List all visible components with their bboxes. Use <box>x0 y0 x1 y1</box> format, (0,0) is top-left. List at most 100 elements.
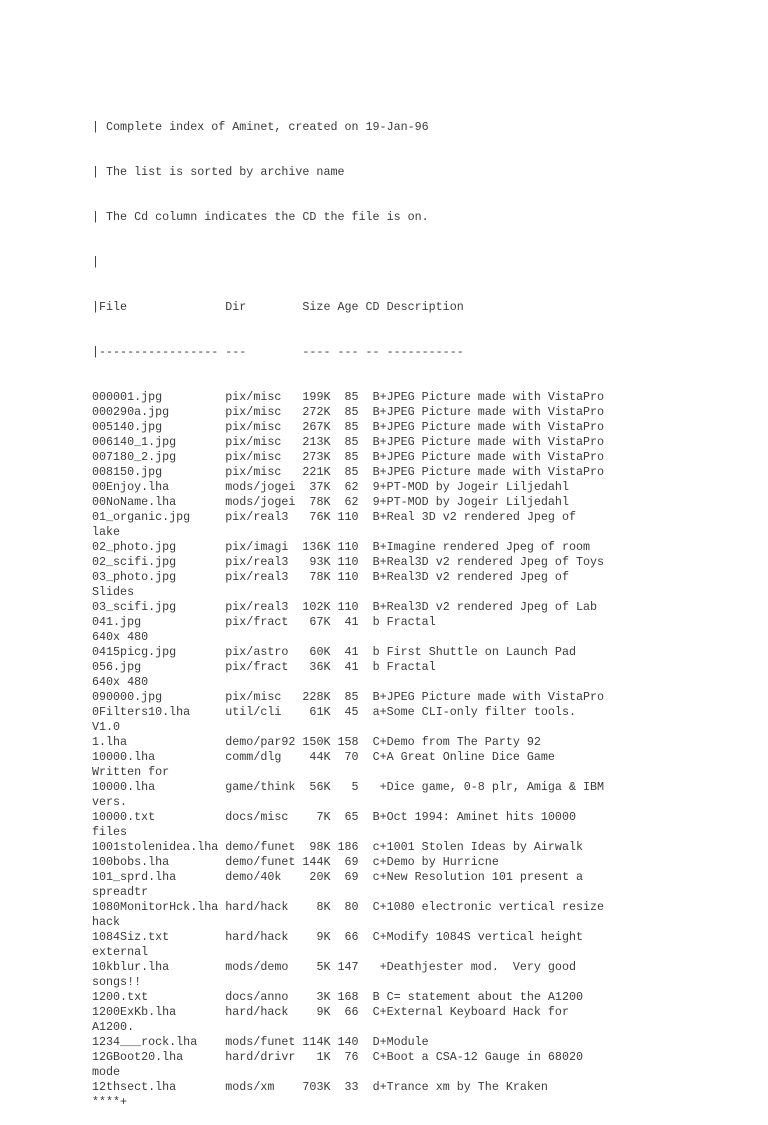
dir-cell: hard/hack <box>225 900 303 914</box>
file-cell: 00NoName.lha <box>92 495 226 509</box>
cd-cell: c+ <box>372 855 387 869</box>
age-cell: 110 <box>337 540 373 554</box>
description-cell: C= statement about the A1200 <box>386 990 583 1004</box>
cd-cell: 9+ <box>372 480 387 494</box>
file-cell: 090000.jpg <box>92 690 226 704</box>
age-cell: 33 <box>337 1080 373 1094</box>
age-cell: 85 <box>337 390 373 404</box>
dir-cell: pix/misc <box>225 405 303 419</box>
size-cell: 8K <box>302 900 338 914</box>
cd-cell: C+ <box>372 1005 387 1019</box>
cd-cell: C+ <box>372 750 387 764</box>
file-cell: 000001.jpg <box>92 390 226 404</box>
dir-cell: pix/misc <box>225 435 303 449</box>
file-cell: 008150.jpg <box>92 465 226 479</box>
size-cell: 67K <box>302 615 338 629</box>
description-cell: JPEG Picture made with VistaPro <box>386 465 605 479</box>
cd-cell: C+ <box>372 735 387 749</box>
age-cell: 110 <box>337 555 373 569</box>
size-cell: 221K <box>302 465 338 479</box>
file-cell: 101_sprd.lha <box>92 870 226 884</box>
size-cell: 78K <box>302 495 338 509</box>
file-cell: 02_photo.jpg <box>92 540 226 554</box>
cd-cell: B+ <box>372 690 387 704</box>
file-cell: 041.jpg <box>92 615 226 629</box>
age-cell: 85 <box>337 450 373 464</box>
size-cell: 1K <box>302 1050 338 1064</box>
description-cell: First Shuttle on Launch Pad <box>386 645 576 659</box>
description-wrap-line: hack <box>92 915 121 929</box>
description-cell: 1001 Stolen Ideas by Airwalk <box>386 840 583 854</box>
dir-cell: mods/demo <box>225 960 303 974</box>
cd-cell: B+ <box>372 540 387 554</box>
description-wrap-line: V1.0 <box>92 720 121 734</box>
description-wrap-line: spreadtr <box>92 885 149 899</box>
age-cell: 66 <box>337 930 373 944</box>
cd-cell: + <box>372 960 387 974</box>
description-cell: Real3D v2 rendered Jpeg of Toys <box>386 555 605 569</box>
age-cell: 65 <box>337 810 373 824</box>
description-wrap-line: songs!! <box>92 975 142 989</box>
cd-cell: + <box>372 780 387 794</box>
description-cell: New Resolution 101 present a <box>386 870 583 884</box>
aminet-index-document: | Complete index of Aminet, created on 1… <box>92 90 604 1125</box>
size-cell: 199K <box>302 390 338 404</box>
file-cell: 0Filters10.lha <box>92 705 226 719</box>
cd-cell: B+ <box>372 435 387 449</box>
description-cell: JPEG Picture made with VistaPro <box>386 405 605 419</box>
age-cell: 168 <box>337 990 373 1004</box>
size-cell: 44K <box>302 750 338 764</box>
description-cell: Real 3D v2 rendered Jpeg of <box>386 510 576 524</box>
dir-cell: util/cli <box>225 705 303 719</box>
description-cell: Demo from The Party 92 <box>386 735 541 749</box>
dir-cell: game/think <box>225 780 303 794</box>
cd-cell: c+ <box>372 870 387 884</box>
description-cell: JPEG Picture made with VistaPro <box>386 435 605 449</box>
size-cell: 7K <box>302 810 338 824</box>
table-row: 02_photo.jpg pix/imagi 136K 110 B+Imagin… <box>92 540 604 555</box>
table-row: 02_scifi.jpg pix/real3 93K 110 B+Real3D … <box>92 555 604 570</box>
table-row: 01_organic.jpg pix/real3 76K 110 B+Real … <box>92 510 604 525</box>
size-cell: 61K <box>302 705 338 719</box>
cd-cell: B+ <box>372 810 387 824</box>
description-cell: Fractal <box>386 615 436 629</box>
age-cell: 110 <box>337 510 373 524</box>
cd-cell: B+ <box>372 555 387 569</box>
table-row: 1080MonitorHck.lha hard/hack 8K 80 C+108… <box>92 900 604 915</box>
file-cell: 00Enjoy.lha <box>92 480 226 494</box>
description-wrap-line: Written for <box>92 765 170 779</box>
dir-cell: mods/jogei <box>225 495 303 509</box>
file-cell: 005140.jpg <box>92 420 226 434</box>
cd-cell: b <box>372 660 387 674</box>
size-cell: 267K <box>302 420 338 434</box>
dir-cell: hard/hack <box>225 1005 303 1019</box>
cd-cell: 9+ <box>372 495 387 509</box>
dir-cell: pix/misc <box>225 690 303 704</box>
dir-cell: comm/dlg <box>225 750 303 764</box>
description-wrap-line: external <box>92 945 149 959</box>
description-cell: A Great Online Dice Game <box>386 750 555 764</box>
age-cell: 147 <box>337 960 373 974</box>
cd-cell: B+ <box>372 570 387 584</box>
cd-cell: b <box>372 615 387 629</box>
dir-cell: pix/real3 <box>225 555 303 569</box>
dir-cell: mods/jogei <box>225 480 303 494</box>
cd-cell: B+ <box>372 600 387 614</box>
description-cell: JPEG Picture made with VistaPro <box>386 690 605 704</box>
table-row: 10kblur.lha mods/demo 5K 147 +Deathjeste… <box>92 960 604 975</box>
age-cell: 186 <box>337 840 373 854</box>
age-cell: 158 <box>337 735 373 749</box>
age-cell: 85 <box>337 465 373 479</box>
table-row: 12thsect.lha mods/xm 703K 33 d+Trance xm… <box>92 1080 604 1095</box>
table-row: 041.jpg pix/fract 67K 41 b Fractal <box>92 615 604 630</box>
table-row: 005140.jpg pix/misc 267K 85 B+JPEG Pictu… <box>92 420 604 435</box>
size-cell: 20K <box>302 870 338 884</box>
size-cell: 78K <box>302 570 338 584</box>
age-cell: 140 <box>337 1035 373 1049</box>
age-cell: 69 <box>337 855 373 869</box>
file-cell: 10000.lha <box>92 750 226 764</box>
description-wrap-line: 640x 480 <box>92 630 149 644</box>
age-cell: 76 <box>337 1050 373 1064</box>
age-cell: 110 <box>337 570 373 584</box>
table-row: 1200.txt docs/anno 3K 168 B C= statement… <box>92 990 604 1005</box>
